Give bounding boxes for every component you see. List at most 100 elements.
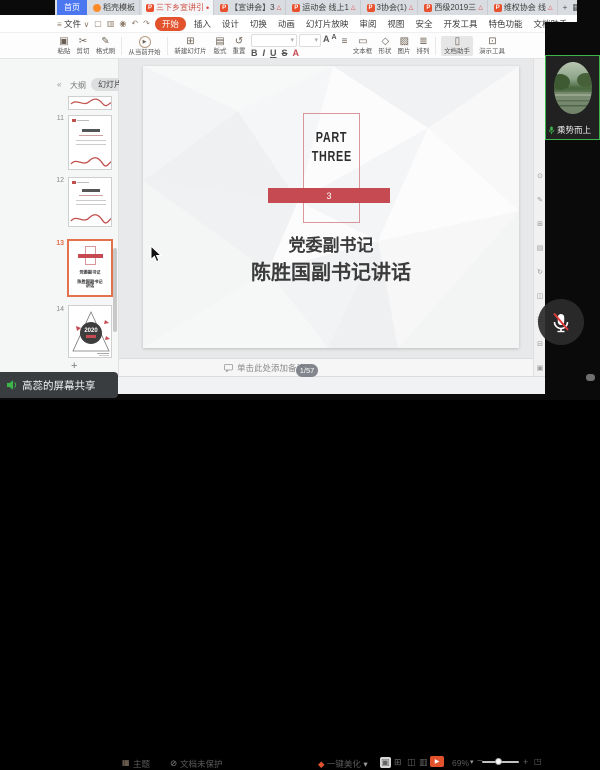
increase-font-button[interactable]: A — [323, 34, 330, 47]
part-number-banner[interactable]: 3 — [268, 188, 390, 203]
presentation-tools-button[interactable]: ⊡演示工具 — [478, 37, 506, 55]
menu-tab-devtools[interactable]: 开发工具 — [440, 17, 480, 31]
tab-doc-3-label: 运动会 线上1 — [302, 2, 349, 13]
tab-doc-6-label: 维权协会 线 — [504, 2, 546, 13]
part-three-box[interactable]: PART THREE — [303, 113, 360, 223]
font-family-select[interactable]: ▾ — [251, 34, 297, 47]
tool-icon[interactable]: ⊞ — [536, 220, 544, 228]
tool-icon[interactable]: ✎ — [536, 196, 544, 204]
slide-number-selected: 13 — [48, 240, 64, 247]
layout-button[interactable]: ▤版式 — [213, 37, 227, 55]
sync-warning-icon: △ — [478, 4, 483, 11]
preview-icon[interactable]: ◉ — [119, 19, 126, 28]
menu-tab-animation[interactable]: 动画 — [275, 17, 298, 31]
right-tool-strip: ⊙ ✎ ⊞ ▤ ↻ ◫ ☰ ⊟ ▣ ⊕ — [533, 59, 545, 394]
menu-tab-slideshow[interactable]: 幻灯片放映 — [303, 17, 352, 31]
italic-button[interactable]: I — [263, 48, 266, 58]
slide-thumb-12[interactable] — [68, 177, 112, 227]
zoom-in-button[interactable]: + — [523, 757, 528, 767]
menu-tab-design[interactable]: 设计 — [219, 17, 242, 31]
slide-thumb-10-partial[interactable] — [68, 96, 112, 110]
panel-collapse-icon[interactable]: « — [57, 80, 61, 89]
undo-icon[interactable]: ↶ — [131, 19, 138, 28]
slide-title-line-2[interactable]: 陈胜国副书记讲话 — [143, 256, 519, 285]
tool-icon[interactable]: ⊙ — [536, 172, 544, 180]
tool-icon[interactable]: ◫ — [536, 292, 544, 300]
file-menu[interactable]: ≡ 文件 ∨ — [57, 18, 89, 30]
format-painter-button[interactable]: ✎格式刷 — [95, 37, 116, 55]
decrease-font-button[interactable]: A — [332, 34, 337, 47]
bullet-list-button[interactable]: ≡ — [342, 37, 348, 55]
tab-doc-1[interactable]: P 三下乡宣讲引 • — [142, 0, 214, 15]
tool-icon[interactable]: ⊟ — [536, 340, 544, 348]
new-tab-button[interactable]: + — [560, 3, 571, 12]
tab-doc-6[interactable]: P 维权协会 线 △ — [490, 0, 558, 15]
print-icon[interactable]: ▥ — [107, 19, 115, 28]
doc-assistant-button[interactable]: ▯文档助手 — [441, 36, 473, 56]
menu-tab-security[interactable]: 安全 — [412, 17, 435, 31]
slide-sorter-view-button[interactable]: ⊞ — [394, 757, 402, 768]
font-color-button[interactable]: A — [293, 48, 300, 58]
arrange-button[interactable]: ≣排列 — [416, 37, 430, 55]
slide-thumb-13-selected[interactable]: 党委副书记 陈胜国副书记讲话 — [67, 239, 113, 297]
menu-tab-view[interactable]: 视图 — [384, 17, 407, 31]
slide-thumb-11[interactable] — [68, 115, 112, 170]
add-slide-button[interactable]: + — [71, 360, 77, 372]
conference-top-corner — [577, 0, 600, 22]
shape-button[interactable]: ◇形状 — [378, 37, 392, 55]
textbox-button[interactable]: ▭文本框 — [352, 37, 373, 55]
tool-icon[interactable]: ↻ — [536, 268, 544, 276]
protection-status[interactable]: 文档未保护 — [180, 758, 223, 770]
tab-docer-templates[interactable]: 稻壳模板 — [89, 0, 140, 15]
tab-doc-4[interactable]: P 3协会(1) △ — [363, 0, 419, 15]
beautify-label: 一键美化 — [327, 759, 361, 769]
layout-label: 版式 — [214, 48, 227, 54]
new-slide-button[interactable]: ⊞新建幻灯片 — [173, 37, 208, 55]
tab-doc-5[interactable]: P 西级2019三 △ — [420, 0, 487, 15]
thumb-text-line — [76, 204, 106, 205]
save-icon[interactable]: ▢ — [94, 19, 102, 28]
notes-bar[interactable]: 单击此处添加备注 — [119, 358, 533, 376]
picture-label: 图片 — [398, 48, 411, 54]
zoom-slider-knob[interactable] — [495, 758, 502, 765]
tool-icon[interactable]: ▣ — [536, 364, 544, 372]
slide-thumb-14[interactable]: 2020 — [68, 305, 112, 358]
panel-scrollbar[interactable] — [113, 248, 117, 332]
play-from-current-button[interactable]: ▶从当前开始 — [127, 36, 162, 56]
tab-docer-label: 稻壳模板 — [103, 2, 135, 13]
menu-tab-features[interactable]: 特色功能 — [485, 17, 525, 31]
normal-view-button[interactable]: ▣ — [380, 757, 391, 768]
menu-tab-transition[interactable]: 切换 — [247, 17, 270, 31]
thumb-flag-graphic — [72, 181, 76, 184]
menu-tab-insert[interactable]: 插入 — [191, 17, 214, 31]
menu-tab-review[interactable]: 审阅 — [356, 17, 379, 31]
tab-doc-2[interactable]: P 【宣讲会】3 △ — [216, 0, 286, 15]
tab-home[interactable]: 首页 — [57, 0, 87, 15]
menu-tab-home[interactable]: 开始 — [155, 17, 186, 31]
sidebar-scrollbar[interactable] — [586, 374, 595, 381]
cut-button[interactable]: ✂剪切 — [76, 37, 90, 55]
current-slide[interactable]: PART THREE 3 党委副书记 陈胜国副书记讲话 — [143, 66, 519, 348]
font-size-select[interactable]: ▾ — [299, 34, 321, 47]
tool-icon[interactable]: ▤ — [536, 244, 544, 252]
participant-video-tile[interactable]: 乘势而上 — [545, 55, 600, 140]
strikethrough-button[interactable]: S — [282, 48, 288, 58]
textbox-label: 文本框 — [353, 48, 372, 54]
underline-button[interactable]: U — [270, 48, 277, 58]
mute-toggle-button[interactable] — [538, 299, 584, 345]
reading-view-button[interactable]: ◫ — [407, 757, 416, 768]
slideshow-play-button[interactable]: ▶ — [430, 756, 444, 767]
picture-button[interactable]: ▨图片 — [397, 37, 411, 55]
notes-view-button[interactable]: ▥ — [419, 757, 428, 768]
outline-tab[interactable]: 大纲 — [70, 80, 86, 91]
redo-icon[interactable]: ↷ — [143, 19, 150, 28]
page-indicator-pill: 1/57 — [296, 364, 318, 377]
beautify-button[interactable]: ◆ 一键美化 ▾ — [318, 758, 368, 770]
zoom-percent[interactable]: 69% — [452, 758, 469, 768]
slide-title-line-1[interactable]: 党委副书记 — [143, 231, 519, 256]
reset-button[interactable]: ↺重置 — [232, 37, 246, 55]
bold-button[interactable]: B — [251, 48, 258, 58]
fit-slide-button[interactable]: ◳ — [534, 757, 542, 766]
tab-doc-3[interactable]: P 运动会 线上1 △ — [288, 0, 360, 15]
paste-button[interactable]: ▣粘贴 — [57, 37, 71, 55]
